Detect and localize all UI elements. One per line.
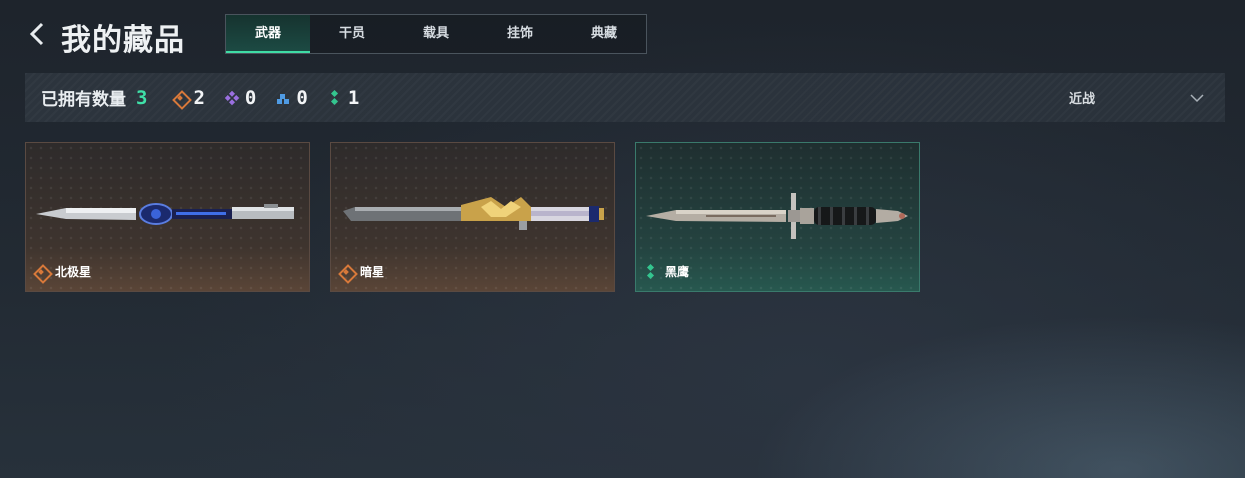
rarity-count: 1 bbox=[347, 86, 360, 109]
rarity-stat-orange: 2 bbox=[173, 87, 204, 109]
item-name: 黑鹰 bbox=[665, 265, 690, 279]
orange-diamond-icon bbox=[34, 265, 48, 279]
orange-diamond-icon bbox=[173, 91, 187, 105]
item-card[interactable]: 北极星 bbox=[25, 142, 310, 292]
back-button[interactable] bbox=[26, 20, 50, 48]
tab-vehicles[interactable]: 载具 bbox=[394, 15, 478, 53]
item-footer: 暗星 bbox=[339, 263, 384, 280]
filter-selected-value: 近战 bbox=[1069, 92, 1096, 107]
item-card[interactable]: 暗星 bbox=[330, 142, 615, 292]
tab-charms[interactable]: 挂饰 bbox=[478, 15, 562, 53]
purple-diamond-icon bbox=[225, 91, 239, 105]
owned-label: 已拥有数量 bbox=[41, 90, 126, 110]
tab-weapons[interactable]: 武器 bbox=[226, 15, 310, 53]
rarity-count: 2 bbox=[193, 86, 205, 109]
green-dots-icon bbox=[644, 265, 658, 279]
item-name: 暗星 bbox=[360, 265, 385, 279]
rarity-count: 0 bbox=[296, 86, 308, 109]
tab-collection[interactable]: 典藏 bbox=[562, 15, 646, 53]
tab-operators[interactable]: 干员 bbox=[310, 15, 394, 53]
rarity-stat-blue: 0 bbox=[276, 87, 307, 109]
chevron-left-icon bbox=[29, 22, 44, 46]
item-name: 北极星 bbox=[55, 265, 92, 279]
item-footer: 黑鹰 bbox=[644, 263, 689, 280]
category-tabs: 武器 干员 载具 挂饰 典藏 bbox=[225, 14, 647, 54]
item-footer: 北极星 bbox=[34, 263, 91, 280]
knife-image bbox=[343, 197, 604, 230]
blue-diamond-icon bbox=[276, 91, 290, 105]
owned-count: 3 bbox=[136, 86, 148, 109]
knife-image bbox=[646, 193, 908, 239]
green-dots-icon bbox=[328, 91, 342, 105]
rarity-stat-purple: 0 bbox=[225, 87, 256, 109]
summary-bar: 已拥有数量 3 2 0 0 1 近战 bbox=[25, 73, 1225, 122]
chevron-down-icon bbox=[1190, 93, 1204, 102]
rarity-stat-green: 1 bbox=[328, 87, 359, 109]
category-filter-dropdown[interactable]: 近战 bbox=[1069, 73, 1205, 122]
item-card[interactable]: 黑鹰 bbox=[635, 142, 920, 292]
page-title: 我的藏品 bbox=[61, 23, 185, 58]
rarity-count: 0 bbox=[244, 86, 257, 109]
orange-diamond-icon bbox=[339, 265, 353, 279]
knife-image bbox=[36, 203, 294, 225]
